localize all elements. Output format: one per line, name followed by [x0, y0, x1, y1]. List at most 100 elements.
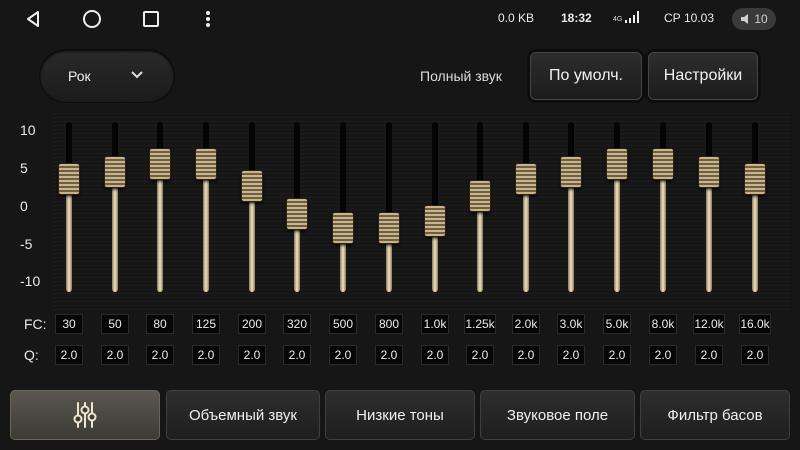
eq-slider[interactable] [648, 122, 678, 292]
recent-apps-icon[interactable] [140, 9, 162, 29]
speaker-icon [741, 14, 749, 24]
q-value[interactable]: 2.0 [55, 345, 83, 365]
fc-value[interactable]: 1.0k [421, 314, 449, 334]
slider-knob[interactable] [150, 149, 170, 180]
fc-value[interactable]: 1.25k [464, 314, 496, 334]
fc-value[interactable]: 30 [55, 314, 83, 334]
slider-knob[interactable] [333, 213, 353, 244]
slider-knob[interactable] [745, 163, 765, 194]
slider-fill [523, 178, 529, 292]
q-value[interactable]: 2.0 [695, 345, 723, 365]
eq-slider[interactable] [420, 122, 450, 292]
more-menu-icon[interactable] [197, 9, 219, 29]
preset-value: Рок [68, 68, 91, 84]
data-rate: 0.0 KB [498, 11, 535, 25]
fc-value[interactable]: 125 [192, 314, 220, 334]
q-value[interactable]: 2.0 [603, 345, 631, 365]
sound-field-tab[interactable]: Звуковое поле [480, 390, 635, 440]
eq-slider[interactable] [282, 122, 312, 292]
slider-knob[interactable] [607, 149, 627, 180]
slider-knob[interactable] [516, 163, 536, 194]
back-icon[interactable] [22, 9, 44, 29]
q-value[interactable]: 2.0 [329, 345, 357, 365]
surround-sound-tab[interactable]: Объемный звук [166, 390, 320, 440]
fc-value[interactable]: 50 [101, 314, 129, 334]
equalizer-tab[interactable] [10, 390, 160, 440]
settings-button[interactable]: Настройки [648, 52, 758, 100]
fc-value[interactable]: 320 [283, 314, 311, 334]
q-value[interactable]: 2.0 [283, 345, 311, 365]
scale-label: -5 [20, 236, 33, 252]
volume-value: 10 [754, 12, 768, 26]
q-value[interactable]: 2.0 [512, 345, 540, 365]
q-value[interactable]: 2.0 [238, 345, 266, 365]
eq-slider[interactable] [374, 122, 404, 292]
slider-fill [614, 164, 620, 292]
q-value[interactable]: 2.0 [101, 345, 129, 365]
signal-icon [625, 11, 640, 23]
bass-filter-tab[interactable]: Фильтр басов [640, 390, 790, 440]
status-bar: 0.0 KB 18:32 4G СР 10.03 10 [0, 0, 800, 38]
slider-knob[interactable] [287, 199, 307, 230]
slider-knob[interactable] [425, 206, 445, 237]
fc-value[interactable]: 500 [329, 314, 357, 334]
slider-knob[interactable] [653, 149, 673, 180]
fc-value[interactable]: 80 [146, 314, 174, 334]
full-sound-label: Полный звук [420, 68, 502, 84]
eq-slider[interactable] [328, 122, 358, 292]
preset-dropdown[interactable]: Рок [40, 50, 174, 102]
fc-value[interactable]: 800 [375, 314, 403, 334]
fc-value[interactable]: 12.0k [693, 314, 725, 334]
fc-value[interactable]: 2.0k [512, 314, 540, 334]
signal-indicator: 4G [613, 11, 641, 23]
fc-row-label: FC: [24, 316, 47, 332]
bass-tones-tab[interactable]: Низкие тоны [325, 390, 475, 440]
q-value[interactable]: 2.0 [421, 345, 449, 365]
slider-fill [249, 185, 255, 292]
fc-value[interactable]: 200 [238, 314, 266, 334]
slider-knob[interactable] [59, 163, 79, 194]
eq-slider[interactable] [145, 122, 175, 292]
slider-fill [112, 171, 118, 292]
eq-slider[interactable] [740, 122, 770, 292]
fc-value[interactable]: 8.0k [649, 314, 677, 334]
fc-value[interactable]: 16.0k [739, 314, 771, 334]
eq-slider[interactable] [511, 122, 541, 292]
eq-slider[interactable] [556, 122, 586, 292]
scale-label: 0 [20, 198, 28, 214]
slider-fill [660, 164, 666, 292]
q-value[interactable]: 2.0 [649, 345, 677, 365]
q-value[interactable]: 2.0 [466, 345, 494, 365]
fc-value[interactable]: 5.0k [603, 314, 631, 334]
slider-knob[interactable] [470, 181, 490, 212]
slider-fill [203, 164, 209, 292]
q-row-label: Q: [24, 347, 39, 363]
q-value[interactable]: 2.0 [741, 345, 769, 365]
slider-knob[interactable] [242, 170, 262, 201]
clock: 18:32 [561, 11, 592, 25]
equalizer-icon [73, 402, 97, 428]
slider-fill [568, 171, 574, 292]
q-value[interactable]: 2.0 [146, 345, 174, 365]
slider-knob[interactable] [196, 149, 216, 180]
eq-slider[interactable] [237, 122, 267, 292]
default-button[interactable]: По умолч. [530, 52, 642, 100]
chevron-down-icon [131, 71, 143, 79]
eq-slider[interactable] [694, 122, 724, 292]
fc-value[interactable]: 3.0k [557, 314, 585, 334]
q-value[interactable]: 2.0 [557, 345, 585, 365]
eq-slider[interactable] [100, 122, 130, 292]
slider-knob[interactable] [379, 213, 399, 244]
eq-slider[interactable] [191, 122, 221, 292]
home-icon[interactable] [81, 9, 103, 29]
eq-slider[interactable] [54, 122, 84, 292]
slider-knob[interactable] [699, 156, 719, 187]
slider-knob[interactable] [105, 156, 125, 187]
slider-knob[interactable] [561, 156, 581, 187]
eq-slider[interactable] [465, 122, 495, 292]
eq-slider[interactable] [602, 122, 632, 292]
q-value[interactable]: 2.0 [192, 345, 220, 365]
q-value[interactable]: 2.0 [375, 345, 403, 365]
volume-indicator[interactable]: 10 [732, 8, 776, 30]
date: СР 10.03 [664, 11, 715, 25]
